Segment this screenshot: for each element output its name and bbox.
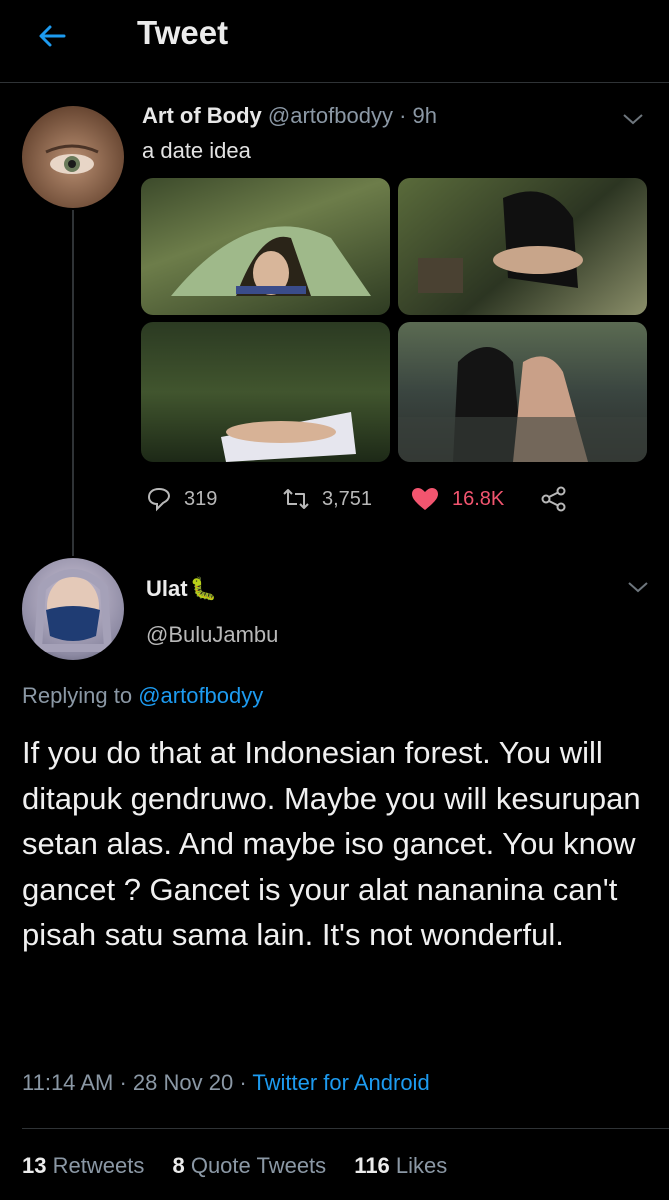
tweet-header: Art of Body @artofbodyy · 9h [142,103,437,129]
share-icon [541,486,566,512]
tweet-time: 11:14 AM [22,1070,114,1095]
mention-link[interactable]: @artofbodyy [138,683,263,708]
page-title: Tweet [137,14,229,51]
like-count: 16.8K [452,487,505,510]
reply-count: 319 [184,487,218,510]
divider [22,1128,669,1129]
retweets-count: 13 [22,1153,47,1178]
retweet-icon [283,489,309,509]
engagement-stats: 13 Retweets 8 Quote Tweets 116 Likes [22,1153,469,1179]
quote-count: 8 [172,1153,185,1178]
source-link[interactable]: Twitter for Android [252,1070,429,1095]
likes-stat[interactable]: 116 Likes [354,1153,447,1178]
back-arrow-icon[interactable] [36,20,68,52]
tweet-text: If you do that at Indonesian forest. You… [22,735,641,952]
retweets-stat[interactable]: 13 Retweets [22,1153,144,1178]
author-handle[interactable]: @BuluJambu [146,622,278,648]
chevron-down-icon[interactable] [626,580,650,594]
tweet-time[interactable]: 9h [413,103,437,128]
separator: · [119,1070,127,1095]
likes-count: 116 [354,1153,390,1178]
share-button[interactable] [540,484,580,514]
author-name[interactable]: Art of Body [142,103,262,128]
separator: · [399,103,407,128]
heart-icon [412,488,438,510]
media-image[interactable] [398,322,647,462]
media-image[interactable] [398,178,647,315]
replying-to: Replying to @artofbodyy [22,683,263,709]
replying-prefix: Replying to [22,683,133,708]
quote-tweets-stat[interactable]: 8 Quote Tweets [172,1153,326,1178]
thread-line [72,210,74,556]
caterpillar-emoji-icon: 🐛 [189,576,217,601]
author-handle[interactable]: @artofbodyy [268,103,393,128]
author-name-text: Ulat [146,576,188,601]
media-image[interactable] [141,322,390,462]
avatar[interactable] [22,106,124,208]
media-image[interactable] [141,178,390,315]
likes-label: Likes [395,1153,448,1178]
separator: · [239,1070,247,1095]
tweet-date: 28 Nov 20 [132,1070,234,1095]
quote-label: Quote Tweets [190,1153,327,1178]
reply-icon [147,487,171,512]
author-name[interactable]: Ulat🐛 [146,576,217,602]
like-button[interactable]: 16.8K [410,484,504,514]
tweet-text: a date idea [142,138,251,163]
tweet-meta: 11:14 AM · 28 Nov 20 · Twitter for Andro… [22,1070,430,1096]
retweets-label: Retweets [52,1153,145,1178]
top-bar: Tweet [0,0,669,80]
divider [0,82,669,83]
reply-button[interactable]: 319 [146,484,217,514]
retweet-button[interactable]: 3,751 [282,484,372,514]
avatar[interactable] [22,558,124,660]
chevron-down-icon[interactable] [621,112,645,126]
retweet-count: 3,751 [322,487,373,510]
